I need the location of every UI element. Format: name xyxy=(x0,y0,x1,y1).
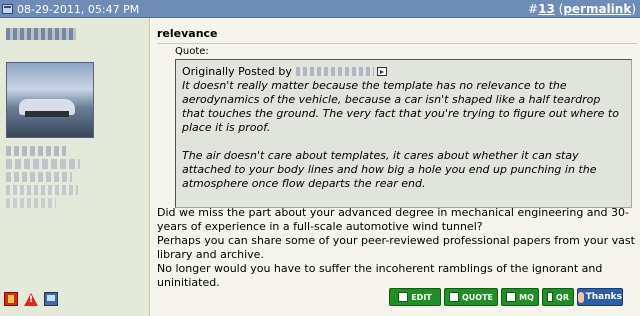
quote-author-redacted xyxy=(295,67,374,76)
quote-button[interactable]: QUOTE xyxy=(444,288,498,306)
forum-post: 08-29-2011, 05:47 PM #13 (permalink) rel… xyxy=(0,0,640,316)
post-number-prefix: # xyxy=(528,2,539,16)
post-buttons: EDIT QUOTE MQ QR Thanks xyxy=(389,288,623,306)
qr-label: QR xyxy=(556,292,569,302)
quick-reply-button[interactable]: QR xyxy=(542,288,574,306)
quote-paragraph: It doesn't really matter because the tem… xyxy=(182,79,619,134)
title-divider xyxy=(157,43,637,44)
quick-reply-icon xyxy=(547,292,554,302)
post-number-link[interactable]: 13 xyxy=(538,2,555,16)
thanks-label: Thanks xyxy=(585,292,622,302)
edit-button[interactable]: EDIT xyxy=(389,288,441,306)
body-line: No longer would you have to suffer the i… xyxy=(157,262,603,289)
user-stat-redacted xyxy=(6,185,78,195)
thumbs-up-icon xyxy=(578,291,584,303)
edit-label: EDIT xyxy=(411,292,432,302)
quote-icon xyxy=(449,292,459,302)
multi-quote-button[interactable]: MQ xyxy=(501,288,539,306)
body-line: Perhaps you can share some of your peer-… xyxy=(157,234,635,261)
post-title: relevance xyxy=(157,27,218,40)
quote-paragraph: The air doesn't care about templates, it… xyxy=(182,149,597,190)
multi-quote-icon xyxy=(506,292,517,302)
quote-label: Quote: xyxy=(175,46,209,57)
view-post-icon[interactable] xyxy=(376,67,387,76)
mq-label: MQ xyxy=(519,292,534,302)
computer-icon[interactable] xyxy=(44,292,58,306)
quote-label-btn: QUOTE xyxy=(461,292,493,302)
avatar xyxy=(6,62,94,138)
username-redacted[interactable] xyxy=(6,28,76,40)
permalink-close: ) xyxy=(631,2,636,16)
user-action-icons xyxy=(4,292,58,306)
post-header: 08-29-2011, 05:47 PM #13 (permalink) xyxy=(0,0,640,18)
body-line: Did we miss the part about your advanced… xyxy=(157,206,629,233)
post-date: 08-29-2011, 05:47 PM xyxy=(17,2,140,16)
report-icon[interactable] xyxy=(4,292,18,306)
user-title-redacted xyxy=(6,146,66,156)
post-number-area: #13 (permalink) xyxy=(528,2,636,16)
user-info-column xyxy=(0,18,150,316)
user-stat-redacted xyxy=(6,159,80,169)
edit-icon xyxy=(398,292,409,302)
permalink-link[interactable]: permalink xyxy=(563,2,631,16)
warning-icon[interactable] xyxy=(24,292,38,306)
quote-attribution: Originally Posted by xyxy=(182,65,625,78)
thanks-button[interactable]: Thanks xyxy=(577,288,623,306)
quote-box: Originally Posted by It doesn't really m… xyxy=(175,59,632,208)
post-icon xyxy=(2,4,13,14)
user-stat-redacted xyxy=(6,172,72,182)
post-date-wrap: 08-29-2011, 05:47 PM xyxy=(2,2,139,16)
post-content-column: relevance Quote: Originally Posted by It… xyxy=(151,18,640,316)
post-body: Did we miss the part about your advanced… xyxy=(157,206,635,290)
quote-by-label: Originally Posted by xyxy=(182,65,292,78)
user-stat-redacted xyxy=(6,198,56,208)
